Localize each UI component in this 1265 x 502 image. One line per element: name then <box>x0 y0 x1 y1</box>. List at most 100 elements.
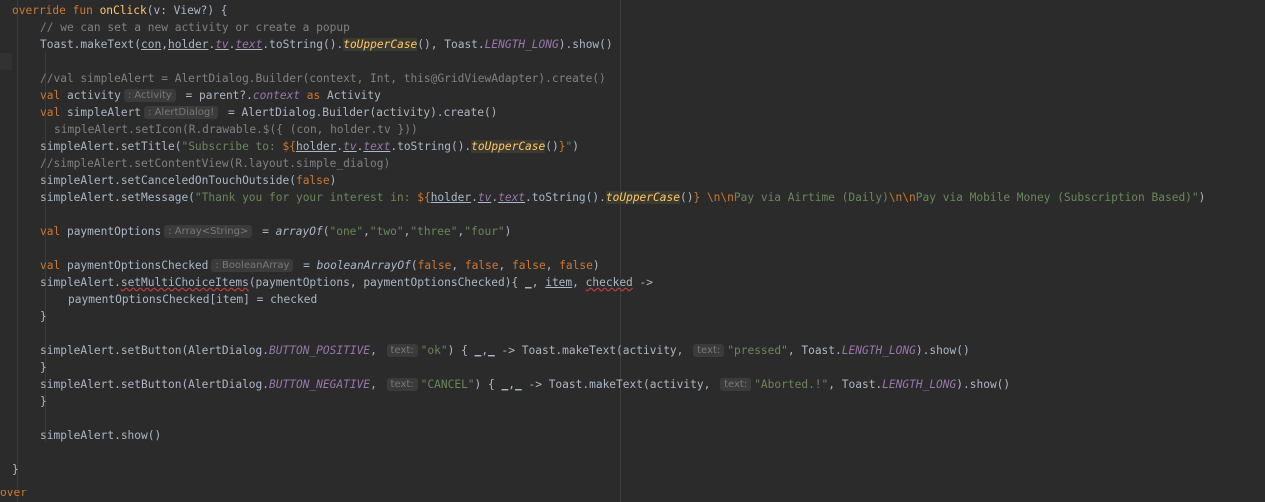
code-line[interactable] <box>0 53 12 70</box>
code-token: simpleAlert.show() <box>40 429 162 442</box>
code-token: val <box>40 259 67 272</box>
code-token: Toast.makeText( <box>40 38 142 51</box>
code-token: //simpleAlert.setContentView(R.layout.si… <box>40 157 391 170</box>
code-line[interactable]: } <box>0 461 19 478</box>
code-line[interactable]: val activity: Activity = parent?.context… <box>0 87 381 104</box>
code-token: holder <box>295 140 337 153</box>
code-token: ).show() <box>915 344 970 357</box>
inlay-hint: text: <box>720 378 752 391</box>
code-line[interactable] <box>0 410 12 427</box>
code-editor[interactable]: override fun onClick(v: View?) { // we ca… <box>0 0 1265 502</box>
code-line[interactable]: Toast.makeText(con,holder.tv.text.toStri… <box>0 36 613 53</box>
code-line[interactable]: simpleAlert.setTitle("Subscribe to: ${ho… <box>0 138 579 155</box>
code-token: checked <box>585 276 633 289</box>
code-token: _ <box>488 344 495 357</box>
code-token: val <box>40 106 67 119</box>
code-token: , <box>451 259 465 272</box>
code-token: text <box>498 191 526 204</box>
code-token: ) <box>592 259 600 272</box>
code-token: val <box>40 89 67 102</box>
code-token: "one" <box>329 225 364 238</box>
code-token: holder <box>430 191 472 204</box>
code-line[interactable]: override fun onClick(v: View?) { <box>0 2 228 19</box>
code-token: onClick <box>99 4 147 17</box>
code-token: ) <box>504 225 512 238</box>
code-token: simpleAlert <box>66 106 142 119</box>
code-token: ${ <box>282 140 296 153</box>
code-line[interactable]: simpleAlert.setIcon(R.drawable.$({ (con,… <box>0 121 418 138</box>
code-token: simpleAlert.setMessage( <box>40 191 195 204</box>
code-line[interactable]: simpleAlert.setButton(AlertDialog.BUTTON… <box>0 342 970 359</box>
code-line[interactable]: //simpleAlert.setContentView(R.layout.si… <box>0 155 390 172</box>
next-line-partial: over <box>0 490 27 499</box>
code-line[interactable] <box>0 444 12 461</box>
code-token: .toString(). <box>262 38 344 51</box>
code-token: // we can set a new activity or create a… <box>40 21 350 34</box>
code-token: , Toast. <box>828 378 883 391</box>
code-token: "four" <box>464 225 505 238</box>
inlay-hint: : BooleanArray <box>211 259 294 272</box>
code-line[interactable]: simpleAlert.setMessage("Thank you for yo… <box>0 189 1205 206</box>
code-token: = AlertDialog.Builder(activity).create() <box>221 106 498 119</box>
code-line[interactable]: simpleAlert.show() <box>0 427 161 444</box>
code-token: simpleAlert.setCanceledOnTouchOutside( <box>40 174 296 187</box>
code-token: tv <box>343 140 357 153</box>
code-line[interactable]: } <box>0 308 47 325</box>
code-token: ).show() <box>956 378 1011 391</box>
code-line[interactable] <box>0 240 12 257</box>
inlay-hint: : Activity <box>123 89 176 102</box>
code-token: override fun <box>12 4 100 17</box>
code-line[interactable]: } <box>0 393 47 410</box>
code-line[interactable]: val paymentOptions: Array<String> = arra… <box>0 223 511 240</box>
code-line[interactable]: //val simpleAlert = AlertDialog.Builder(… <box>0 70 606 87</box>
code-line[interactable]: val simpleAlert: AlertDialog! = AlertDia… <box>0 104 497 121</box>
code-token: tv <box>215 38 229 51</box>
code-token: simpleAlert. <box>40 276 121 289</box>
code-token: , <box>572 276 586 289</box>
code-token: } <box>40 310 47 323</box>
code-line[interactable]: } <box>0 359 47 376</box>
code-token: val <box>40 225 67 238</box>
code-token: = <box>296 259 317 272</box>
code-line[interactable]: simpleAlert.setButton(AlertDialog.BUTTON… <box>0 376 1010 393</box>
code-token: booleanArrayOf <box>316 259 411 272</box>
code-line[interactable]: simpleAlert.setMultiChoiceItems(paymentO… <box>0 274 653 291</box>
code-line[interactable]: // we can set a new activity or create a… <box>0 19 350 36</box>
code-token: (), Toast. <box>417 38 485 51</box>
code-token: ) { <box>447 344 475 357</box>
code-token: "ok" <box>420 344 448 357</box>
code-token: , <box>370 378 384 391</box>
code-token: ) <box>1198 191 1206 204</box>
code-token: } <box>40 361 47 374</box>
code-token: , <box>508 378 515 391</box>
inlay-hint: : AlertDialog! <box>144 106 219 119</box>
code-token: LENGTH_LONG <box>484 38 559 51</box>
code-line[interactable] <box>0 325 12 342</box>
code-token: context <box>252 89 301 102</box>
code-line[interactable]: simpleAlert.setCanceledOnTouchOutside(fa… <box>0 172 336 189</box>
code-token: , <box>545 259 560 272</box>
code-token: ) { <box>474 378 502 391</box>
code-token: , <box>363 225 370 238</box>
code-token: paymentOptionsChecked[item] = checked <box>68 293 318 306</box>
code-token: text <box>235 38 263 51</box>
code-token: toUpperCase <box>605 191 680 204</box>
code-line[interactable]: val paymentOptionsChecked: BooleanArray … <box>0 257 600 274</box>
code-token: toUpperCase <box>343 38 418 51</box>
code-token: BUTTON_POSITIVE <box>269 344 371 357</box>
code-token: Pay via Airtime (Daily) <box>733 191 889 204</box>
code-token: setMultiChoiceItems <box>120 276 249 289</box>
code-token: paymentOptionsChecked <box>66 259 209 272</box>
code-token: "Aborted.!" <box>754 378 829 391</box>
code-token: holder <box>168 38 209 51</box>
code-token: (paymentOptions, paymentOptionsChecked){ <box>248 276 525 289</box>
code-line[interactable]: paymentOptionsChecked[item] = checked <box>0 291 317 308</box>
code-token: BUTTON_NEGATIVE <box>269 378 371 391</box>
code-token: con <box>141 38 162 51</box>
code-token: , Toast. <box>787 344 842 357</box>
code-token: false <box>559 259 593 272</box>
code-line[interactable] <box>0 206 12 223</box>
code-token: , <box>370 344 384 357</box>
code-token: LENGTH_LONG <box>841 344 916 357</box>
code-token: () <box>679 191 694 204</box>
